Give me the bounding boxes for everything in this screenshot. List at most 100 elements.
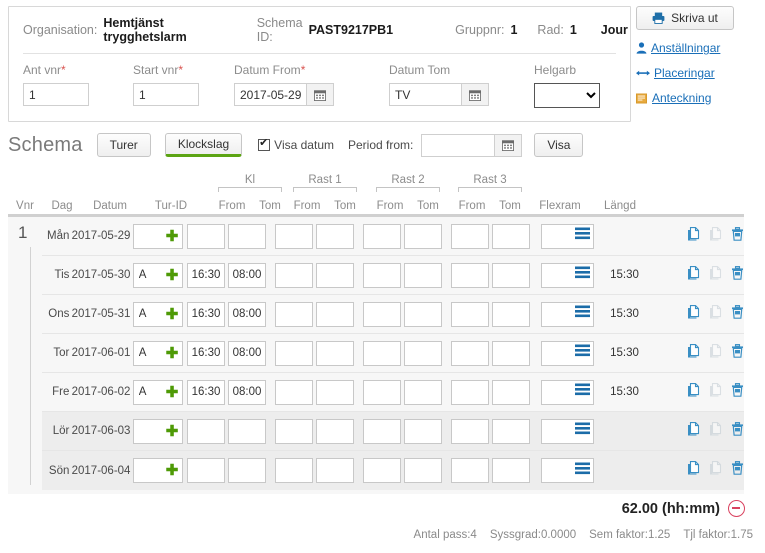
tur-id-input[interactable] (133, 224, 166, 248)
rast1-tom-input[interactable] (315, 301, 354, 327)
rast2-from-input[interactable] (362, 301, 401, 327)
rast3-from-input[interactable] (450, 223, 489, 249)
trash-icon[interactable] (731, 461, 744, 480)
calendar-icon[interactable] (461, 83, 489, 106)
add-tur-icon[interactable]: ✚ (166, 385, 179, 400)
rast1-from-input[interactable] (274, 301, 313, 327)
rast2-tom-input[interactable] (403, 262, 442, 288)
tab-klockslag[interactable]: Klockslag (164, 133, 243, 157)
rast3-from-input[interactable] (450, 458, 489, 483)
link-anteckning[interactable]: Anteckning (636, 91, 758, 105)
flexram-bars-icon[interactable] (574, 266, 590, 284)
flexram-bars-icon[interactable] (574, 462, 590, 480)
rast1-from-input[interactable] (274, 262, 313, 288)
add-tur-icon[interactable]: ✚ (166, 229, 179, 244)
rast1-tom-input[interactable] (315, 223, 354, 249)
rast2-tom-input[interactable] (403, 340, 442, 366)
calendar-icon[interactable] (306, 83, 334, 106)
flexram-cell[interactable] (540, 418, 594, 444)
rast2-tom-input[interactable] (403, 379, 442, 405)
rast1-tom-input[interactable] (315, 458, 354, 483)
flexram-bars-icon[interactable] (574, 422, 590, 440)
flexram-bars-icon[interactable] (574, 383, 590, 401)
trash-icon[interactable] (731, 265, 744, 285)
start-vnr-input[interactable] (133, 83, 199, 106)
rast2-from-input[interactable] (362, 379, 401, 405)
helgarb-select[interactable] (534, 83, 600, 108)
kl-tom-input[interactable] (227, 301, 266, 327)
rast1-from-input[interactable] (274, 418, 313, 444)
kl-tom-input[interactable] (227, 418, 266, 444)
kl-tom-input[interactable] (227, 379, 266, 405)
rast3-from-input[interactable] (450, 379, 489, 405)
rast1-tom-input[interactable] (315, 262, 354, 288)
copy-icon[interactable] (687, 421, 700, 441)
tur-id-input[interactable] (133, 380, 166, 404)
rast2-from-input[interactable] (362, 418, 401, 444)
print-button[interactable]: Skriva ut (636, 6, 734, 30)
flexram-cell[interactable] (540, 458, 594, 483)
tab-turer[interactable]: Turer (96, 133, 151, 157)
flexram-bars-icon[interactable] (574, 305, 590, 323)
link-placeringar[interactable]: Placeringar (636, 66, 758, 80)
trash-icon[interactable] (731, 226, 744, 246)
rast1-tom-input[interactable] (315, 340, 354, 366)
tur-id-input[interactable] (133, 419, 166, 443)
trash-icon[interactable] (731, 382, 744, 402)
datum-from-input[interactable] (234, 83, 306, 106)
rast2-from-input[interactable] (362, 223, 401, 249)
tur-id-input[interactable] (133, 459, 166, 482)
period-from-input[interactable] (421, 133, 495, 157)
rast1-from-input[interactable] (274, 379, 313, 405)
tur-id-input[interactable] (133, 263, 166, 287)
rast2-tom-input[interactable] (403, 301, 442, 327)
flexram-cell[interactable] (540, 262, 594, 288)
flexram-bars-icon[interactable] (574, 227, 590, 245)
flexram-cell[interactable] (540, 379, 594, 405)
flexram-cell[interactable] (540, 340, 594, 366)
rast3-tom-input[interactable] (491, 379, 530, 405)
copy-icon[interactable] (687, 343, 700, 363)
rast3-tom-input[interactable] (491, 262, 530, 288)
kl-from-input[interactable] (186, 223, 225, 249)
rast3-tom-input[interactable] (491, 223, 530, 249)
add-tur-icon[interactable]: ✚ (166, 268, 179, 283)
rast3-from-input[interactable] (450, 418, 489, 444)
rast3-from-input[interactable] (450, 340, 489, 366)
kl-from-input[interactable] (186, 458, 225, 483)
visa-button[interactable]: Visa (534, 133, 584, 157)
rast1-from-input[interactable] (274, 458, 313, 483)
tur-id-input[interactable] (133, 302, 166, 326)
flexram-cell[interactable] (540, 301, 594, 327)
rast2-from-input[interactable] (362, 262, 401, 288)
kl-tom-input[interactable] (227, 223, 266, 249)
kl-tom-input[interactable] (227, 262, 266, 288)
trash-icon[interactable] (731, 421, 744, 441)
rast2-tom-input[interactable] (403, 458, 442, 483)
kl-tom-input[interactable] (227, 340, 266, 366)
kl-from-input[interactable] (186, 262, 225, 288)
rast3-tom-input[interactable] (491, 301, 530, 327)
calendar-icon[interactable] (494, 133, 523, 157)
kl-from-input[interactable] (186, 340, 225, 366)
rast1-tom-input[interactable] (315, 418, 354, 444)
rast3-from-input[interactable] (450, 301, 489, 327)
copy-icon[interactable] (687, 461, 700, 480)
rast1-tom-input[interactable] (315, 379, 354, 405)
kl-from-input[interactable] (186, 379, 225, 405)
minus-circle-icon[interactable] (728, 500, 745, 517)
add-tur-icon[interactable]: ✚ (166, 307, 179, 322)
rast2-from-input[interactable] (362, 340, 401, 366)
rast3-tom-input[interactable] (491, 340, 530, 366)
tur-id-input[interactable] (133, 341, 166, 365)
add-tur-icon[interactable]: ✚ (166, 424, 179, 439)
trash-icon[interactable] (731, 304, 744, 324)
add-tur-icon[interactable]: ✚ (166, 346, 179, 361)
rast3-from-input[interactable] (450, 262, 489, 288)
rast2-from-input[interactable] (362, 458, 401, 483)
kl-tom-input[interactable] (227, 458, 266, 483)
rast1-from-input[interactable] (274, 340, 313, 366)
datum-tom-input[interactable] (389, 83, 461, 106)
flexram-bars-icon[interactable] (574, 344, 590, 362)
copy-icon[interactable] (687, 304, 700, 324)
